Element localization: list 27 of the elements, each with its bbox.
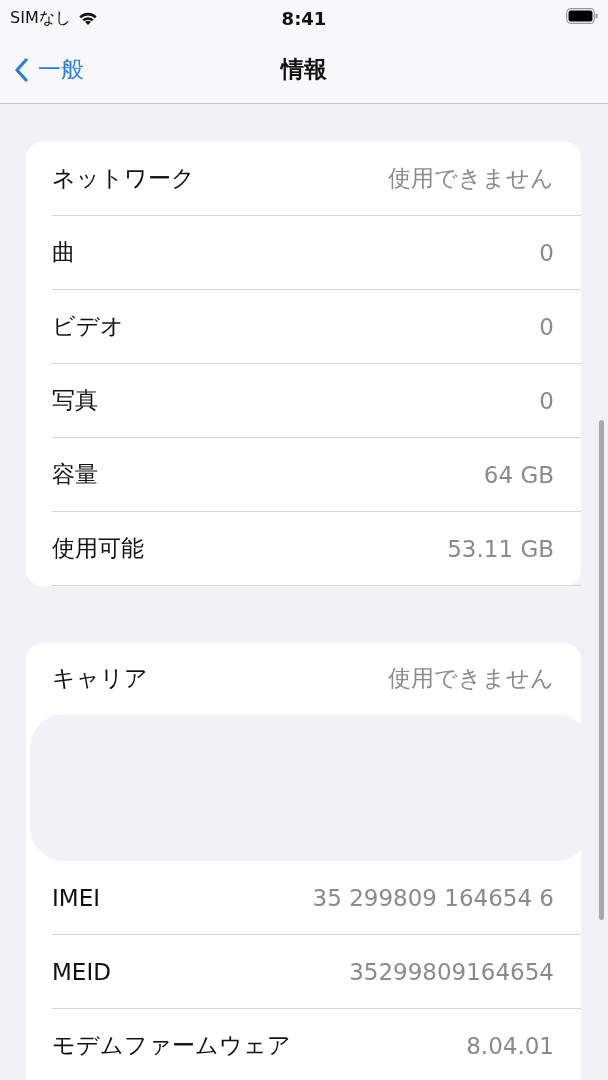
carrier-text: SIMなし (10, 7, 71, 29)
row-value: 35 299809 164654 6 (312, 884, 554, 911)
battery-icon (566, 8, 598, 24)
row-value: 0 (539, 313, 554, 340)
back-button[interactable]: 一般 (14, 54, 84, 85)
chevron-left-icon (14, 57, 28, 82)
row-label: モデムファームウェア (52, 1031, 291, 1060)
row-label: MEID (52, 958, 111, 985)
row-label: ビデオ (52, 312, 124, 341)
row-value: 0 (539, 387, 554, 414)
row-label: ネットワーク (52, 164, 195, 193)
row-label: 使用可能 (52, 534, 144, 563)
row-label: 写真 (52, 386, 98, 415)
row-value: 8.04.01 (466, 1032, 554, 1059)
row-value: 35299809164654 (349, 958, 554, 985)
row-label: キャリア (52, 664, 148, 693)
row-label: IMEI (52, 884, 100, 911)
clock-time: 8:41 (281, 7, 327, 29)
wifi-icon (76, 10, 99, 26)
row-label: 曲 (52, 238, 75, 267)
row-value: 使用できません (388, 164, 554, 193)
row-value: 64 GB (483, 461, 554, 488)
row-label: 容量 (52, 460, 98, 489)
row-value: 0 (539, 239, 554, 266)
row-value: 使用できません (388, 664, 554, 693)
row-value: 53.11 GB (447, 535, 554, 562)
page-title: 情報 (281, 55, 327, 84)
